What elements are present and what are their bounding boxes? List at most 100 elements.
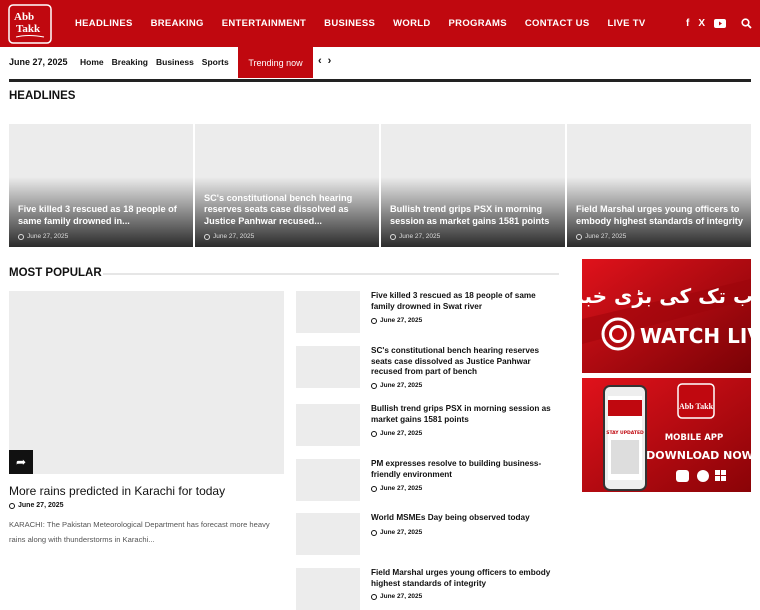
date-text: June 27, 2025 [380, 430, 423, 437]
watch-live-label: WATCH LIVE [640, 324, 751, 348]
date-text: June 27, 2025 [380, 593, 423, 600]
list-thumbnail[interactable] [296, 513, 360, 555]
headline-card[interactable]: SC's constitutional bench hearing reserv… [195, 124, 379, 247]
quick-links: Home Breaking Business Sports [80, 57, 229, 67]
list-item-date: June 27, 2025 [371, 382, 422, 389]
main-nav: HEADLINES BREAKING ENTERTAINMENT BUSINES… [66, 0, 654, 47]
date-text: June 27, 2025 [585, 233, 627, 240]
clock-icon [371, 593, 377, 600]
section-divider [103, 273, 559, 275]
list-item-title[interactable]: SC's constitutional bench hearing reserv… [371, 346, 559, 378]
list-item-title[interactable]: Bullish trend grips PSX in morning sessi… [371, 404, 559, 425]
nav-world[interactable]: WORLD [393, 18, 430, 29]
date-text: June 27, 2025 [380, 317, 423, 324]
clock-icon [371, 430, 377, 437]
quick-link-breaking[interactable]: Breaking [112, 57, 148, 67]
headlines-heading: HEADLINES [9, 90, 76, 102]
current-date: June 27, 2025 [9, 57, 68, 67]
facebook-icon[interactable]: f [686, 18, 689, 29]
nav-headlines[interactable]: HEADLINES [75, 18, 133, 29]
clock-icon [371, 485, 377, 492]
list-thumbnail[interactable] [296, 346, 360, 388]
nav-live-tv[interactable]: LIVE TV [607, 18, 645, 29]
featured-image[interactable] [9, 291, 284, 474]
quick-link-home[interactable]: Home [80, 57, 104, 67]
list-item-title[interactable]: PM expresses resolve to building busines… [371, 459, 559, 480]
youtube-icon[interactable] [714, 19, 726, 28]
nav-contact-us[interactable]: CONTACT US [525, 18, 590, 29]
list-item-title[interactable]: World MSMEs Day being observed today [371, 513, 559, 524]
featured-excerpt: KARACHI: The Pakistan Meteorological Dep… [9, 520, 270, 544]
headline-title[interactable]: Bullish trend grips PSX in morning sessi… [390, 204, 557, 227]
list-item-date: June 27, 2025 [371, 317, 422, 324]
nav-programs[interactable]: PROGRAMS [449, 18, 507, 29]
clock-icon [204, 233, 210, 240]
share-icon[interactable]: ➦ [9, 450, 33, 474]
most-popular-heading: MOST POPULAR [9, 267, 102, 279]
list-item-date: June 27, 2025 [371, 593, 422, 600]
list-item-title[interactable]: Five killed 3 rescued as 18 people of sa… [371, 291, 559, 312]
trending-arrows: ‹ › [318, 55, 331, 67]
sub-bar: June 27, 2025 Home Breaking Business Spo… [0, 47, 760, 80]
top-navbar: Abb Takk HEADLINES BREAKING ENTERTAINMEN… [0, 0, 760, 47]
featured-title[interactable]: More rains predicted in Karachi for toda… [9, 484, 284, 498]
date-text: June 27, 2025 [399, 233, 441, 240]
date-text: June 27, 2025 [27, 233, 69, 240]
urdu-tagline: اب تک کی بڑی خبر [582, 284, 751, 308]
date-text: June 27, 2025 [380, 382, 423, 389]
logo-text-top: Abb [14, 11, 34, 23]
list-thumbnail[interactable] [296, 404, 360, 446]
mobile-app-label: MOBILE APP [665, 433, 724, 443]
app-brand: Abb Takk [679, 402, 714, 411]
trending-now-label: Trending now [238, 47, 313, 78]
clock-icon [371, 317, 377, 324]
list-thumbnail[interactable] [296, 459, 360, 501]
clock-icon [576, 233, 582, 240]
watch-live-banner[interactable]: اب تک کی بڑی خبر WATCH LIVE [582, 259, 751, 373]
list-item-date: June 27, 2025 [371, 529, 422, 536]
list-item-title[interactable]: Field Marshal urges young officers to em… [371, 568, 559, 589]
search-icon[interactable] [741, 18, 752, 29]
nav-breaking[interactable]: BREAKING [151, 18, 204, 29]
clock-icon [390, 233, 396, 240]
date-text: June 27, 2025 [380, 485, 423, 492]
date-text: June 27, 2025 [380, 529, 423, 536]
list-thumbnail[interactable] [296, 291, 360, 333]
nav-entertainment[interactable]: ENTERTAINMENT [222, 18, 306, 29]
chevron-left-icon[interactable]: ‹ [318, 55, 322, 67]
headline-date: June 27, 2025 [18, 233, 68, 240]
download-now-label: DOWNLOAD NOW [646, 449, 751, 462]
headline-title[interactable]: Field Marshal urges young officers to em… [576, 204, 743, 227]
apple-icon [697, 470, 709, 482]
headline-title[interactable]: Five killed 3 rescued as 18 people of sa… [18, 204, 185, 227]
clock-icon [9, 502, 15, 509]
logo-text-bottom: Takk [16, 23, 41, 35]
headline-title[interactable]: SC's constitutional bench hearing reserv… [204, 193, 371, 228]
featured-date: June 27, 2025 [9, 502, 64, 509]
clock-icon [18, 233, 24, 240]
quick-link-business[interactable]: Business [156, 57, 194, 67]
chevron-right-icon[interactable]: › [328, 55, 332, 67]
abbtakk-logo[interactable]: Abb Takk [8, 4, 52, 44]
x-icon[interactable]: X [698, 18, 705, 29]
date-text: June 27, 2025 [18, 502, 64, 509]
divider [9, 79, 751, 82]
headline-date: June 27, 2025 [204, 233, 254, 240]
headline-card[interactable]: Bullish trend grips PSX in morning sessi… [381, 124, 565, 247]
nav-business[interactable]: BUSINESS [324, 18, 375, 29]
list-item-date: June 27, 2025 [371, 485, 422, 492]
app-screen-text: STAY UPDATED [606, 430, 644, 436]
clock-icon [371, 529, 377, 536]
headline-date: June 27, 2025 [390, 233, 440, 240]
clock-icon [371, 382, 377, 389]
android-icon [676, 470, 689, 482]
social-links: f X [686, 0, 752, 47]
headline-date: June 27, 2025 [576, 233, 626, 240]
date-text: June 27, 2025 [213, 233, 255, 240]
list-thumbnail[interactable] [296, 568, 360, 610]
quick-link-sports[interactable]: Sports [202, 57, 229, 67]
headline-card[interactable]: Five killed 3 rescued as 18 people of sa… [9, 124, 193, 247]
mobile-app-banner[interactable]: STAY UPDATED Abb Takk MOBILE APP DOWNLOA… [582, 378, 751, 492]
headline-card[interactable]: Field Marshal urges young officers to em… [567, 124, 751, 247]
list-item-date: June 27, 2025 [371, 430, 422, 437]
